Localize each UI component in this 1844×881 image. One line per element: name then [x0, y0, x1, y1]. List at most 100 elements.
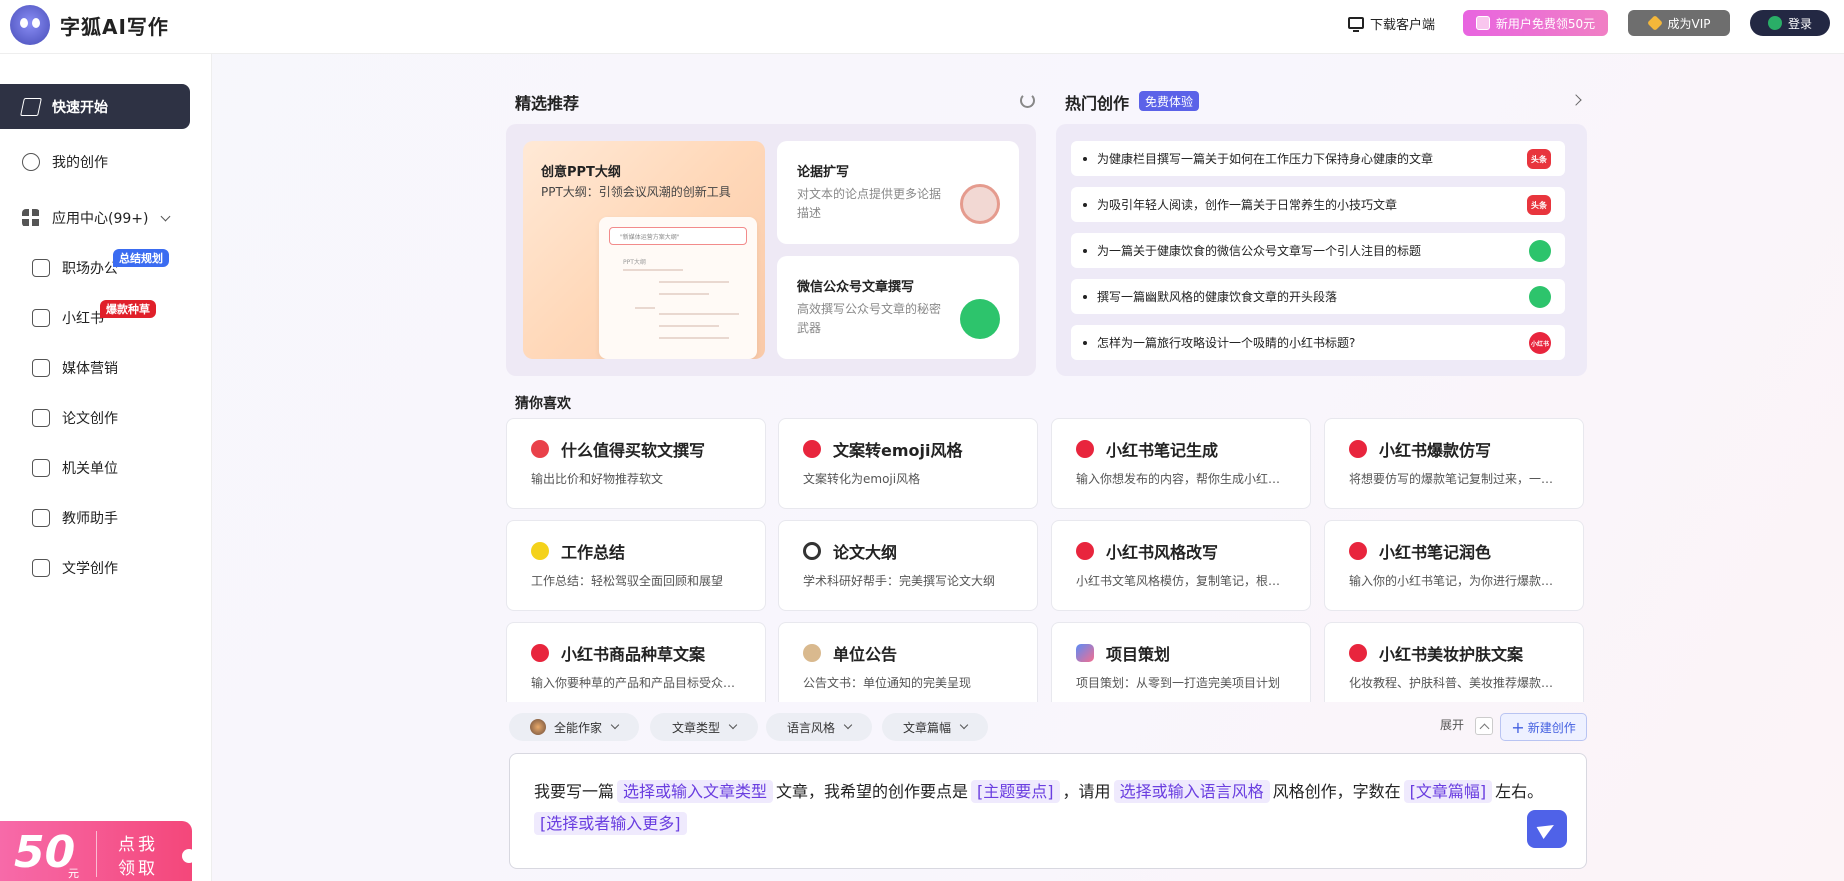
- card-title: 微信公众号文章撰写: [797, 280, 915, 295]
- argument-expand-card[interactable]: 论据扩写 对文本的论点提供更多论据描述: [777, 141, 1019, 244]
- article-length-select[interactable]: 文章篇幅: [882, 713, 988, 741]
- app-card-smzdm[interactable]: 什么值得买软文撰写 输出比价和好物推荐软文: [506, 418, 766, 509]
- featured-title: 精选推荐: [515, 94, 580, 113]
- app-card-desc: 化妆教程、护肤科普、美妆推荐爆款…: [1349, 676, 1554, 690]
- hot-item[interactable]: 怎样为一篇旅行攻略设计一个吸睛的小红书标题? 小红书: [1071, 325, 1565, 360]
- language-style-slot[interactable]: 选择或输入语言风格: [1113, 780, 1270, 803]
- vip-label: 成为VIP: [1667, 16, 1711, 31]
- bullet: [1083, 340, 1087, 345]
- new-creation-label: 新建创作: [1527, 720, 1576, 735]
- promo-notch: [182, 849, 192, 863]
- more-slot[interactable]: [选择或者输入更多]: [534, 812, 687, 835]
- length-slot[interactable]: [文章篇幅]: [1403, 780, 1493, 803]
- sidebar-item-label: 文学创作: [62, 561, 118, 577]
- app-card-title: 小红书笔记生成: [1106, 441, 1219, 460]
- xiaohongshu-icon: [803, 440, 821, 458]
- new-user-bonus-button[interactable]: 新用户免费领50元: [1463, 10, 1608, 36]
- topic-slot[interactable]: [主题要点]: [971, 780, 1060, 803]
- wechat-article-card[interactable]: 微信公众号文章撰写 高效撰写公众号文章的秘密武器: [777, 256, 1019, 359]
- video-icon: [32, 359, 50, 377]
- clock-icon: [22, 153, 40, 171]
- prompt-composer[interactable]: 我要写一篇 选择或输入文章类型 文章，我希望的创作要点是 [主题要点] ，请用 选择或输入…: [509, 753, 1587, 869]
- chevron-right-icon[interactable]: [1570, 94, 1582, 106]
- app-card-xhs-imitate[interactable]: 小红书爆款仿写 将想要仿写的爆款笔记复制过来，一…: [1324, 418, 1584, 509]
- login-button[interactable]: 登录: [1750, 10, 1830, 36]
- app-card-title: 项目策划: [1106, 645, 1171, 664]
- writer-select[interactable]: 全能作家: [509, 713, 639, 741]
- filter-label: 文章类型: [671, 720, 720, 735]
- prompt-segment: 我要写一篇: [534, 782, 615, 801]
- article-type-select[interactable]: 文章类型: [650, 713, 758, 741]
- xiaohongshu-icon: [1349, 440, 1367, 458]
- app-card-title: 什么值得买软文撰写: [561, 441, 706, 460]
- ppt-preview-heading: PPT大纲: [623, 259, 646, 266]
- app-card-emoji[interactable]: 文案转emoji风格 文案转化为emoji风格: [778, 418, 1038, 509]
- bullet: [1083, 202, 1087, 207]
- promo-text: 点我领取: [118, 835, 158, 879]
- app-card-paper-outline[interactable]: 论文大纲 学术科研好帮手：完美撰写论文大纲: [778, 520, 1038, 611]
- paper-icon: [803, 542, 821, 560]
- hot-item[interactable]: 撰写一篇幽默风格的健康饮食文章的开头段落: [1071, 279, 1565, 314]
- hot-item[interactable]: 为一篇关于健康饮食的微信公众号文章写一个引人注目的标题: [1071, 233, 1565, 268]
- avatar-icon: [529, 719, 546, 735]
- app-card-xhs-polish[interactable]: 小红书笔记润色 输入你的小红书笔记，为你进行爆款…: [1324, 520, 1584, 611]
- language-style-select[interactable]: 语言风格: [766, 713, 872, 741]
- send-button[interactable]: [1527, 810, 1567, 848]
- preview-line: [635, 307, 655, 309]
- sidebar-item-teacher[interactable]: 教师助手: [0, 496, 190, 540]
- hot-item-text: 为吸引年轻人阅读，创作一篇关于日常养生的小技巧文章: [1097, 198, 1398, 212]
- preview-line: [659, 293, 709, 295]
- sidebar-item-xiaohongshu[interactable]: 小红书: [0, 296, 190, 340]
- article-type-slot[interactable]: 选择或输入文章类型: [617, 780, 774, 803]
- ppt-outline-card[interactable]: 创意PPT大纲 PPT大纲：引领会议风潮的创新工具 "新媒体运营方案大纲" PP…: [523, 141, 765, 359]
- preview-line: [659, 325, 719, 327]
- wechat-icon: [1767, 16, 1782, 30]
- sidebar-item-government[interactable]: 机关单位: [0, 446, 190, 490]
- hot-title: 热门创作: [1065, 94, 1130, 113]
- new-creation-button[interactable]: + 新建创作: [1500, 713, 1587, 741]
- app-card-xhs-note[interactable]: 小红书笔记生成 输入你想发布的内容，帮你生成小红…: [1051, 418, 1311, 509]
- expand-label[interactable]: 展开: [1440, 716, 1464, 733]
- card-desc: 对文本的论点提供更多论据描述: [797, 187, 942, 220]
- xiaohongshu-icon: [32, 309, 50, 327]
- chevron-down-icon: [610, 720, 620, 730]
- sidebar-item-my-creations[interactable]: 我的创作: [0, 140, 190, 184]
- book-illustration-icon: [960, 184, 1000, 224]
- app-card-desc: 将想要仿写的爆款笔记复制过来，一…: [1349, 472, 1554, 486]
- app-card-xhs-beauty[interactable]: 小红书美妆护肤文案 化妆教程、护肤科普、美妆推荐爆款…: [1324, 622, 1584, 702]
- sidebar: 快速开始 我的创作 应用中心(99+) 职场办公 小红书 媒体营销 论文创作 机…: [0, 54, 212, 881]
- sidebar-item-label: 应用中心(99+): [52, 211, 149, 227]
- hot-item-text: 撰写一篇幽默风格的健康饮食文章的开头段落: [1097, 290, 1338, 304]
- office-badge: 总结规划: [113, 249, 169, 267]
- chevron-up-icon[interactable]: [1475, 717, 1493, 735]
- sidebar-item-literature[interactable]: 文学创作: [0, 546, 190, 590]
- book-icon: [32, 559, 50, 577]
- app-card-work-summary[interactable]: 工作总结 工作总结：轻松驾驭全面回顾和展望: [506, 520, 766, 611]
- vip-button[interactable]: 成为VIP: [1628, 10, 1730, 36]
- sidebar-item-paper[interactable]: 论文创作: [0, 396, 190, 440]
- app-card-xhs-rewrite[interactable]: 小红书风格改写 小红书文笔风格模仿，复制笔记，根…: [1051, 520, 1311, 611]
- refresh-icon[interactable]: [1020, 93, 1035, 108]
- hot-item[interactable]: 为吸引年轻人阅读，创作一篇关于日常养生的小技巧文章 头条: [1071, 187, 1565, 222]
- ppt-card-desc: PPT大纲：引领会议风潮的创新工具: [541, 185, 731, 199]
- app-card-title: 小红书风格改写: [1106, 543, 1219, 562]
- sidebar-item-app-center[interactable]: 应用中心(99+): [0, 196, 190, 240]
- download-label: 下载客户端: [1370, 17, 1436, 33]
- wechat-icon: [1529, 240, 1551, 262]
- hot-item-text: 怎样为一篇旅行攻略设计一个吸睛的小红书标题?: [1097, 336, 1356, 350]
- pencil-icon: [531, 542, 549, 560]
- sidebar-item-media-marketing[interactable]: 媒体营销: [0, 346, 190, 390]
- smzdm-icon: [531, 440, 549, 458]
- hot-item[interactable]: 为健康栏目撰写一篇关于如何在工作压力下保持身心健康的文章 头条: [1071, 141, 1565, 176]
- logo[interactable]: 字狐AI写作: [10, 5, 169, 45]
- download-client-link[interactable]: 下载客户端: [1348, 12, 1435, 34]
- app-card-notice[interactable]: 单位公告 公告文书：单位通知的完美呈现: [778, 622, 1038, 702]
- sidebar-item-label: 职场办公: [62, 261, 118, 277]
- promo-banner[interactable]: 50 元 点我领取: [0, 821, 192, 881]
- xiaohongshu-icon: 小红书: [1529, 332, 1551, 354]
- preview-line: [659, 313, 739, 315]
- sidebar-item-quick-start[interactable]: 快速开始: [0, 84, 190, 129]
- app-card-project[interactable]: 项目策划 项目策划：从零到一打造完美项目计划: [1051, 622, 1311, 702]
- app-card-xhs-product[interactable]: 小红书商品种草文案 输入你要种草的产品和产品目标受众…: [506, 622, 766, 702]
- bullet: [1083, 156, 1087, 161]
